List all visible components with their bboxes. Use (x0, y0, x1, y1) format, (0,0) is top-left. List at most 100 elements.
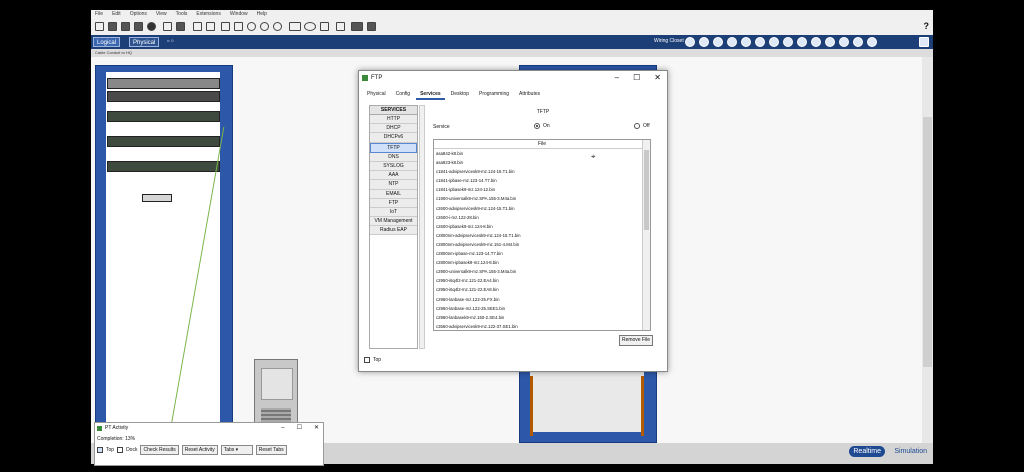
list-item[interactable]: c2900-universalk9-mz.SPA.155-3.M4a.bin (434, 267, 650, 276)
small-device[interactable] (142, 194, 172, 202)
activity-wizard-icon[interactable] (147, 22, 156, 31)
top-toggle[interactable]: Top (364, 357, 381, 363)
service-email[interactable]: EMAIL (370, 189, 417, 199)
file-list-scrollbar[interactable] (642, 140, 650, 330)
draw-ellipse-icon[interactable] (304, 22, 316, 31)
set-background-icon[interactable] (797, 37, 807, 47)
tab-desktop[interactable]: Desktop (447, 90, 473, 100)
print-icon[interactable] (134, 22, 143, 31)
service-dhcpv6[interactable]: DHCPv6 (370, 133, 417, 143)
check-results-button[interactable]: Check Results (140, 445, 179, 455)
maximize-icon[interactable]: ☐ (297, 423, 302, 434)
copper-icon[interactable] (825, 37, 835, 47)
tab-attributes[interactable]: Attributes (515, 90, 544, 100)
menu-edit[interactable]: Edit (112, 10, 121, 19)
menu-file[interactable]: File (95, 10, 103, 19)
service-radius-eap[interactable]: Radius EAP (370, 226, 417, 236)
menu-tools[interactable]: Tools (176, 10, 188, 19)
tab-physical[interactable]: Physical (363, 90, 390, 100)
new-file-icon[interactable] (95, 22, 104, 31)
remove-file-button[interactable]: Remove File (619, 335, 653, 346)
service-iot[interactable]: IoT (370, 207, 417, 218)
list-item[interactable]: c2960-lanbase-mz.122-25.SEE1.bin (434, 304, 650, 313)
palette-icon[interactable] (320, 22, 329, 31)
select-icon[interactable] (221, 22, 230, 31)
tab-physical[interactable]: Physical (129, 37, 160, 47)
service-syslog[interactable]: SYSLOG (370, 161, 417, 172)
home-icon[interactable] (919, 37, 929, 47)
tab-logical[interactable]: Logical (93, 37, 121, 47)
service-ftp[interactable]: FTP (370, 198, 417, 208)
list-item[interactable]: c2950-i6q4l2-mz.121-22.EA8.bin (434, 285, 650, 294)
menu-view[interactable]: View (156, 10, 167, 19)
service-dns[interactable]: DNS (370, 152, 417, 162)
list-item[interactable]: c2600-advipservicesk9-mz.124-15.T1.bin (434, 204, 650, 213)
switch-device-3[interactable] (107, 161, 220, 172)
list-item[interactable]: c2600-i-mz.122-28.bin (434, 213, 650, 222)
menu-window[interactable]: Window (230, 10, 248, 19)
switch-device-1[interactable] (107, 111, 220, 122)
activity-titlebar[interactable]: PT Activity – ☐ ✕ (95, 423, 323, 434)
top-checkbox[interactable] (97, 447, 103, 453)
list-item[interactable]: c2960-lanbasek9-mz.150-2.SE4.bin (434, 313, 650, 322)
workspace-scrollbar[interactable] (922, 57, 933, 443)
paste-icon[interactable] (176, 22, 185, 31)
menu-extensions[interactable]: Extensions (196, 10, 220, 19)
window-titlebar[interactable]: FTP – ☐ ✕ (359, 71, 667, 85)
switch-device-2[interactable] (107, 136, 220, 147)
simulation-button[interactable]: Simulation (890, 446, 931, 457)
fiber-icon[interactable] (839, 37, 849, 47)
reset-tabs-button[interactable]: Reset Tabs (255, 445, 287, 455)
list-item[interactable]: c2800nm-ipbasek9-mz.124-8.bin (434, 258, 650, 267)
list-item[interactable]: asa923-k8.bin (434, 158, 650, 167)
close-icon[interactable]: ✕ (314, 423, 319, 434)
router-device[interactable] (107, 91, 220, 102)
copy-icon[interactable] (163, 22, 172, 31)
list-item[interactable]: c2800nm-advipservicesk9-mz.124-15.T1.bin (434, 231, 650, 240)
tab-config[interactable]: Config (392, 90, 414, 100)
list-item[interactable]: c2800nm-ipbase-mz.123-14.T7.bin (434, 249, 650, 258)
list-item[interactable]: c2600-ipbasek9-mz.124-8.bin (434, 222, 650, 231)
zoom-in-icon[interactable] (247, 22, 256, 31)
list-item[interactable]: c3560-advipservicesk9-mz.122-37.SE1.bin (434, 322, 650, 330)
wireless-icon[interactable] (853, 37, 863, 47)
cable-icon[interactable] (811, 37, 821, 47)
realtime-button[interactable]: Realtime (849, 446, 885, 457)
undo-icon[interactable] (193, 22, 202, 31)
move-object-icon[interactable] (769, 37, 779, 47)
list-item[interactable]: c1841-ipbase-mz.123-14.T7.bin (434, 176, 650, 185)
service-tftp[interactable]: TFTP (370, 142, 417, 153)
file-list[interactable]: File asa842-k8.bin asa923-k8.bin c1841-a… (433, 139, 651, 331)
grid-icon[interactable] (783, 37, 793, 47)
list-item[interactable]: asa842-k8.bin (434, 149, 650, 158)
help-icon[interactable]: ? (924, 21, 930, 31)
menu-help[interactable]: Help (257, 10, 267, 19)
patch-panel[interactable] (107, 78, 220, 89)
menu-options[interactable]: Options (130, 10, 147, 19)
service-vm-management[interactable]: VM Management (370, 217, 417, 227)
minimize-icon[interactable]: – (281, 423, 284, 434)
list-item[interactable]: c2950-i6q4l2-mz.121-22.EA4.bin (434, 276, 650, 285)
list-item[interactable]: c2960-lanbase-mz.122-25.FX.bin (434, 295, 650, 304)
zoom-out-icon[interactable] (273, 22, 282, 31)
service-off-radio[interactable] (634, 123, 640, 129)
service-aaa[interactable]: AAA (370, 171, 417, 181)
save-icon[interactable] (121, 22, 130, 31)
redo-icon[interactable] (206, 22, 215, 31)
back-icon[interactable] (699, 37, 709, 47)
new-rack-icon[interactable] (755, 37, 765, 47)
power-icon[interactable] (867, 37, 877, 47)
inspect-icon[interactable] (234, 22, 243, 31)
service-http[interactable]: HTTP (370, 115, 417, 125)
list-item[interactable]: c1841-ipbasek9-mz.124-12.bin (434, 185, 650, 194)
list-item[interactable]: c1900-universalk9-mz.SPA.155-3.M4a.bin (434, 194, 650, 203)
tabs-select[interactable]: Tabs ▾ (220, 445, 253, 455)
services-scrollbar[interactable] (419, 105, 425, 349)
custom-device-icon[interactable] (336, 22, 345, 31)
zoom-reset-icon[interactable] (260, 22, 269, 31)
new-closet-icon[interactable] (741, 37, 751, 47)
navigation-icon[interactable] (685, 37, 695, 47)
open-file-icon[interactable] (108, 22, 117, 31)
list-item[interactable]: c1841-advipservicesk9-mz.124-15.T1.bin (434, 167, 650, 176)
new-city-icon[interactable] (713, 37, 723, 47)
